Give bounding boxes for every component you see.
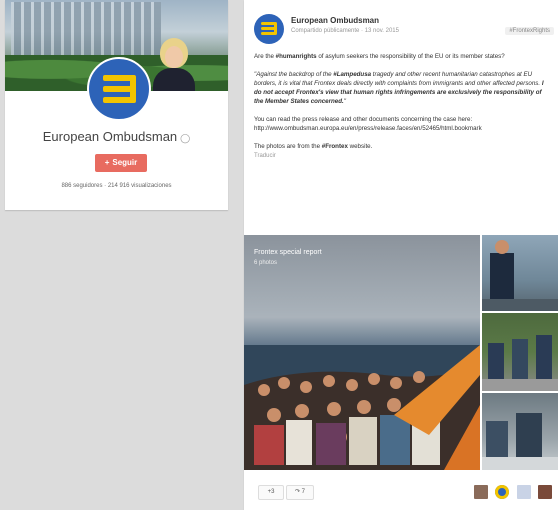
- post-body: Are the #humanrights of asylum seekers t…: [254, 52, 550, 161]
- post-hashtag-chip[interactable]: #FrontexRights: [505, 27, 554, 35]
- sharer-avatar[interactable]: [516, 485, 531, 499]
- post-text: website.: [347, 143, 373, 150]
- plus-one-button[interactable]: +3: [258, 485, 284, 500]
- post-card: European Ombudsman Compartido públicamen…: [244, 0, 558, 510]
- migrant-boat-image: [244, 345, 480, 470]
- post-paragraph-3: You can read the press release and other…: [254, 115, 550, 133]
- follow-button[interactable]: + Seguir: [95, 154, 147, 172]
- album-title: Frontex special report: [254, 249, 322, 256]
- person-in-cover: [151, 38, 197, 91]
- post-quote: "Against the backdrop of the #Lampedusa …: [254, 70, 550, 106]
- album-thumbnail[interactable]: [482, 313, 558, 391]
- translate-link[interactable]: Traducir: [254, 152, 550, 161]
- post-meta: Compartido públicamente · 13 nov. 2015: [291, 28, 399, 34]
- follow-label: Seguir: [112, 158, 138, 167]
- hashtag-link[interactable]: #humanrights: [276, 53, 317, 60]
- hashtag-link[interactable]: #Frontex: [322, 143, 348, 150]
- post-text: of asylum seekers the responsibility of …: [316, 53, 505, 60]
- sharer-avatar[interactable]: [473, 485, 488, 499]
- post-text: ": [343, 98, 346, 105]
- share-button[interactable]: ↷ 7: [286, 485, 314, 500]
- post-text: "Against the backdrop of the: [254, 71, 334, 78]
- post-author-avatar[interactable]: [254, 14, 284, 44]
- sharer-avatar[interactable]: [495, 485, 510, 499]
- post-text: Are the: [254, 53, 276, 60]
- profile-name[interactable]: European Ombudsman ◯: [5, 129, 228, 144]
- sharer-avatar[interactable]: [538, 485, 552, 499]
- post-author-name[interactable]: European Ombudsman: [291, 16, 379, 25]
- add-person-icon: +: [104, 158, 110, 167]
- profile-name-text: European Ombudsman: [42, 129, 178, 144]
- post-paragraph-1: Are the #humanrights of asylum seekers t…: [254, 52, 550, 61]
- post-text: The photos are from the: [254, 143, 322, 150]
- press-release-link[interactable]: You can read the press release and other…: [254, 116, 482, 132]
- post-paragraph-4: The photos are from the #Frontex website…: [254, 142, 550, 151]
- album-thumbnail[interactable]: [482, 235, 558, 311]
- profile-stats: 886 seguidores · 214 916 visualizaciones: [61, 183, 172, 189]
- profile-card: European Ombudsman ◯ + Seguir 886 seguidor…: [5, 0, 228, 210]
- hashtag-link[interactable]: #Lampedusa: [333, 71, 371, 78]
- post-actions: +3 ↷ 7: [254, 485, 554, 500]
- album-main-photo[interactable]: Frontex special report 6 photos: [244, 235, 480, 470]
- verified-icon: ◯: [180, 133, 191, 143]
- album-thumbnail[interactable]: [482, 393, 558, 470]
- sharer-avatars: [471, 485, 552, 499]
- album-photo-count: 6 photos: [254, 260, 278, 266]
- photo-album[interactable]: Frontex special report 6 photos: [244, 235, 558, 470]
- profile-avatar[interactable]: [87, 57, 151, 121]
